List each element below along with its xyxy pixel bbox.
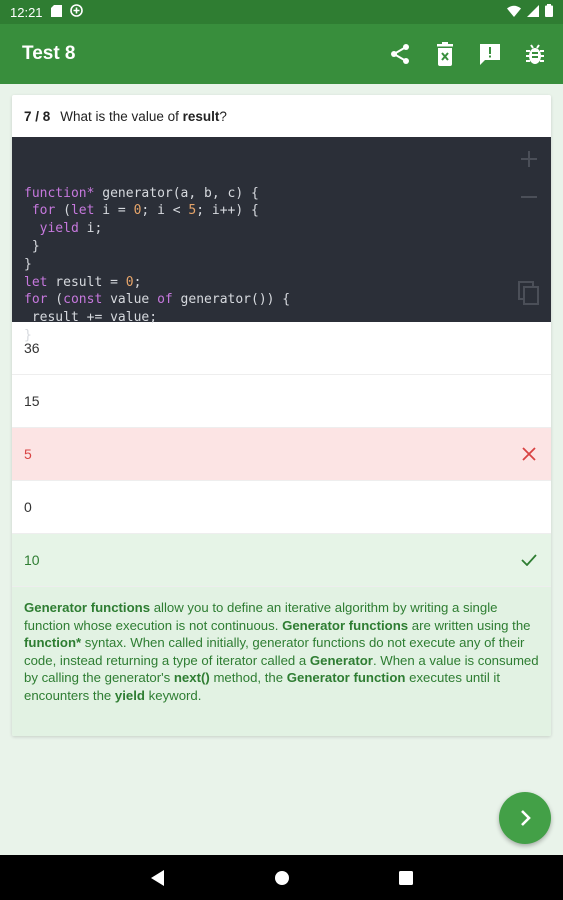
- minus-icon: [521, 196, 537, 198]
- code-line: result += value;: [24, 310, 158, 326]
- sd-card-icon: [50, 4, 62, 20]
- back-triangle-icon: [150, 869, 164, 886]
- delete-icon: [436, 42, 453, 66]
- nav-recents-button[interactable]: [394, 866, 418, 890]
- answer-label: 5: [24, 446, 32, 462]
- report-bug-button[interactable]: [512, 30, 557, 78]
- nav-home-button[interactable]: [270, 866, 294, 890]
- question-card: 7 / 8 What is the value of result? funct…: [12, 95, 551, 736]
- code-line: yield i;: [39, 221, 103, 237]
- next-question-button[interactable]: [499, 792, 551, 844]
- share-button[interactable]: [377, 30, 422, 78]
- copy-code-button[interactable]: [517, 281, 541, 305]
- status-time: 12:21: [10, 4, 43, 20]
- data-saver-icon: [69, 4, 83, 20]
- battery-icon: [545, 4, 553, 20]
- code-line: }: [24, 238, 40, 254]
- zoom-in-button[interactable]: [517, 147, 541, 171]
- code-line: for (const value of generator()) {: [24, 292, 291, 308]
- wrong-x-icon: [519, 444, 539, 464]
- question-header: 7 / 8 What is the value of result?: [12, 95, 551, 137]
- answer-option[interactable]: 5: [12, 428, 551, 481]
- code-line: let result = 0;: [24, 274, 142, 290]
- answer-option[interactable]: 10: [12, 534, 551, 587]
- system-nav-bar: [0, 855, 563, 900]
- correct-check-icon: [519, 550, 539, 570]
- answer-label: 0: [24, 499, 32, 515]
- recents-square-icon: [398, 870, 413, 885]
- app-bar: Test 8: [0, 24, 563, 84]
- code-block: function* generator(a, b, c) { for (let …: [12, 137, 551, 343]
- code-line: }: [24, 327, 32, 343]
- nav-back-button[interactable]: [146, 866, 170, 890]
- home-circle-icon: [274, 870, 289, 885]
- chevron-right-icon: [521, 810, 531, 826]
- feedback-icon: [479, 44, 500, 65]
- feedback-button[interactable]: [467, 30, 512, 78]
- signal-icon: [527, 4, 539, 20]
- delete-button[interactable]: [422, 30, 467, 78]
- code-line: for (let i = 0; i < 5; i++) {: [31, 203, 259, 219]
- status-bar: 12:21: [0, 0, 563, 24]
- explanation-text: Generator functions allow you to define …: [12, 587, 551, 736]
- bug-icon: [525, 44, 544, 64]
- code-line: function* generator(a, b, c) {: [24, 185, 259, 201]
- zoom-out-button[interactable]: [517, 185, 541, 209]
- code-lines: function* generator(a, b, c) { for (let …: [24, 185, 539, 345]
- question-counter: 7 / 8: [24, 108, 51, 124]
- answer-label: 10: [24, 552, 40, 568]
- question-text: What is the value of result?: [60, 108, 227, 124]
- page-title: Test 8: [22, 43, 76, 64]
- share-icon: [390, 44, 409, 64]
- copy-icon: [518, 281, 539, 305]
- answer-option[interactable]: 0: [12, 481, 551, 534]
- code-line: }: [24, 256, 32, 272]
- wifi-icon: [507, 5, 521, 20]
- plus-icon: [521, 151, 537, 167]
